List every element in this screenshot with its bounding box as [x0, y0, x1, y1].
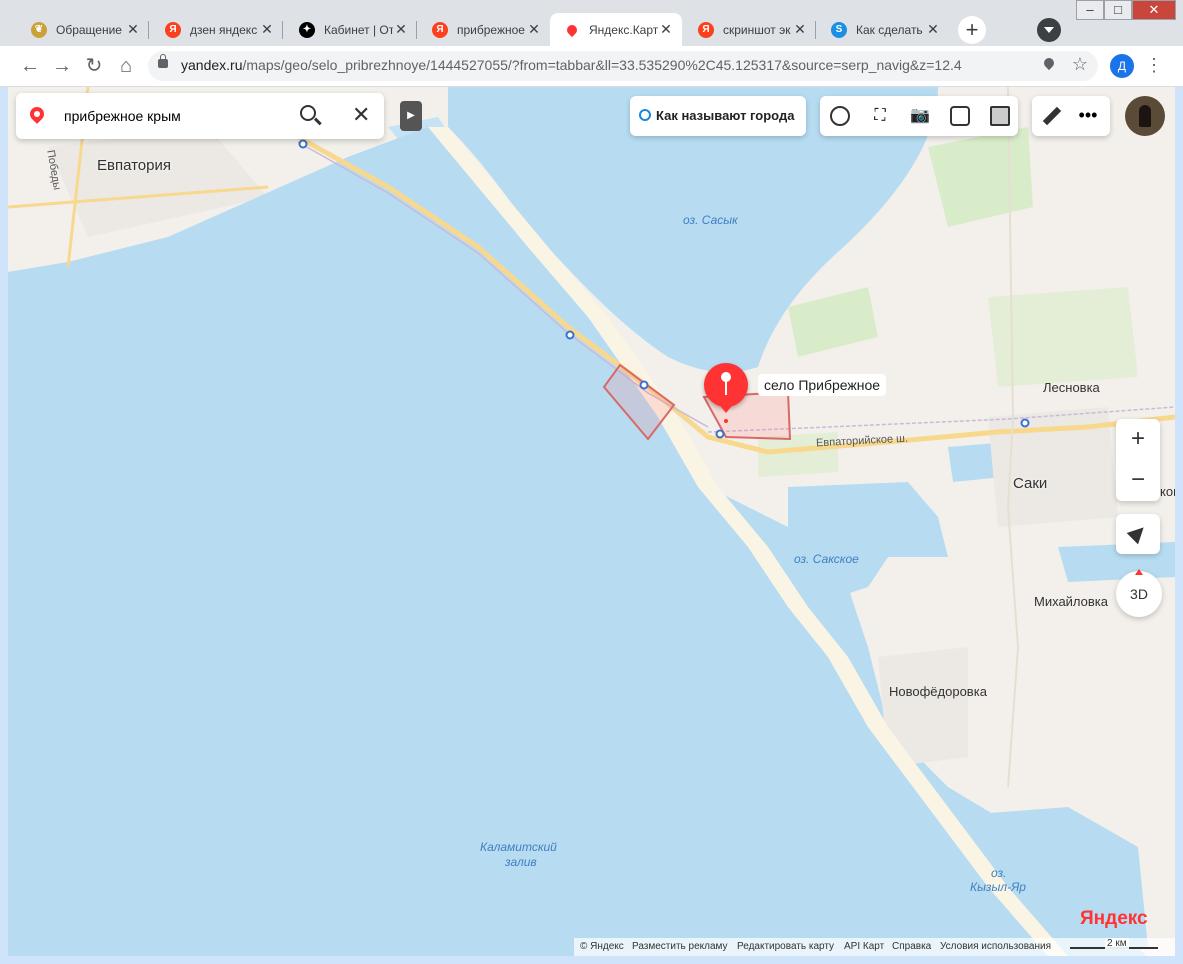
marker-label[interactable]: село Прибрежное — [758, 374, 887, 396]
close-tab-icon[interactable]: ✕ — [526, 21, 542, 38]
place-marker[interactable] — [704, 363, 748, 413]
tab-title: Яндекс.Карт — [589, 22, 658, 37]
address-bar[interactable]: yandex.ru/maps/geo/selo_pribrezhnoye/144… — [148, 51, 1098, 81]
map-canvas[interactable]: Евпатория Победы оз. Сасык Лесновка Евпа… — [8, 87, 1175, 956]
locate-me-button[interactable] — [1116, 514, 1160, 554]
maps-pin-icon — [564, 21, 580, 38]
map-layers-panel: ⛶ 📷 — [820, 96, 1018, 136]
close-tab-icon[interactable]: ✕ — [393, 21, 409, 38]
ruler-icon[interactable] — [1042, 106, 1062, 126]
url-path: /maps/geo/selo_pribrezhnoye/1444527055/?… — [242, 57, 962, 73]
traffic-layer-icon[interactable] — [990, 106, 1010, 126]
new-tab-button[interactable]: + — [958, 16, 986, 44]
user-avatar[interactable] — [1125, 96, 1165, 136]
label-saki: Саки — [1013, 475, 1048, 492]
camera-icon[interactable]: 📷 — [910, 106, 930, 126]
label-sakskoe: оз. Сакское — [794, 552, 859, 566]
tab-skrinshot[interactable]: Я скриншот эк ✕ — [684, 13, 816, 46]
close-tab-icon[interactable]: ✕ — [792, 21, 808, 38]
location-icon[interactable] — [1041, 55, 1057, 71]
bookmark-star-icon[interactable]: ☆ — [1072, 54, 1088, 75]
maximize-button[interactable]: □ — [1104, 0, 1132, 20]
api-link[interactable]: API Карт — [844, 941, 884, 952]
tab-strip: ❦ Обращение ✕ Я дзен яндекс ✕ ✦ Кабинет … — [0, 0, 1183, 46]
copyright-link[interactable]: © Яндекс — [580, 941, 624, 952]
map-layers-icon[interactable] — [830, 106, 850, 126]
zen-icon: ✦ — [299, 21, 315, 38]
tab-title: Как сделать — [856, 22, 923, 37]
yandex-icon: Я — [165, 21, 181, 38]
label-novofedorovka: Новофёдоровка — [889, 684, 987, 699]
close-window-button[interactable]: ✕ — [1132, 0, 1176, 20]
browser-menu-icon[interactable]: ⋮ — [1145, 54, 1163, 78]
label-sasyk: оз. Сасык — [683, 213, 738, 227]
tab-search-button[interactable] — [1037, 18, 1061, 42]
zoom-in-button[interactable]: + — [1116, 419, 1160, 460]
brand-text: Яндекс — [1080, 908, 1148, 929]
yandex-icon: Я — [698, 21, 714, 38]
browser-toolbar: ← → ↻ ⌂ yandex.ru/maps/geo/selo_pribrezh… — [0, 46, 1183, 87]
map-search-bar: прибрежное крым ✕ — [16, 93, 384, 139]
url-host: yandex.ru — [181, 57, 243, 73]
more-icon[interactable]: ••• — [1078, 106, 1098, 126]
search-icon[interactable] — [300, 105, 316, 121]
map-graphics — [8, 87, 1175, 956]
tab-kabinet[interactable]: ✦ Кабинет | От ✕ — [285, 13, 417, 46]
tab-kak-sdelat[interactable]: S Как сделать ✕ — [817, 13, 949, 46]
city-names-button[interactable]: Как называют города — [630, 96, 806, 136]
city-names-label: Как называют города — [656, 108, 795, 123]
advertise-link[interactable]: Разместить рекламу — [632, 941, 728, 952]
tab-title: Кабинет | От — [324, 22, 393, 37]
skype-icon: S — [831, 21, 847, 38]
label-zaliv: залив — [505, 855, 537, 869]
bus-icon[interactable] — [950, 106, 970, 126]
map-tools-panel: ••• — [1032, 96, 1110, 136]
lock-icon[interactable] — [158, 54, 168, 68]
collapse-panel-button[interactable]: ▶ — [400, 101, 422, 131]
label-kyzyl-yar: Кызыл-Яр — [970, 880, 1026, 894]
yandex-icon: Я — [432, 21, 448, 38]
label-lesnovka: Лесновка — [1043, 380, 1100, 395]
terms-link[interactable]: Условия использования — [940, 941, 1051, 952]
search-input[interactable]: прибрежное крым — [64, 108, 181, 124]
label-mikhailovka: Михайловка — [1034, 594, 1109, 609]
yandex-logo: Яндекс — [1080, 908, 1148, 930]
tab-pribrezhnoe[interactable]: Я прибрежное ✕ — [418, 13, 550, 46]
label-kalamitsky: Каламитский — [480, 840, 557, 854]
tab-obrashchenie[interactable]: ❦ Обращение ✕ — [17, 13, 149, 46]
close-tab-icon[interactable]: ✕ — [658, 21, 674, 38]
edit-map-link[interactable]: Редактировать карту — [737, 941, 834, 952]
tab-title: дзен яндекс — [190, 22, 258, 37]
label-evpatoria: Евпатория — [97, 157, 171, 174]
map-pin-icon — [27, 104, 47, 124]
label-oz: оз. — [991, 866, 1007, 880]
help-link[interactable]: Справка — [892, 941, 931, 952]
reload-icon[interactable]: ↻ — [82, 54, 106, 78]
close-tab-icon[interactable]: ✕ — [259, 21, 275, 38]
close-tab-icon[interactable]: ✕ — [125, 21, 141, 38]
forward-arrow-icon[interactable]: → — [50, 54, 74, 78]
zoom-control: + − — [1116, 419, 1160, 501]
gov-emblem-icon: ❦ — [31, 21, 47, 38]
back-arrow-icon[interactable]: ← — [18, 54, 42, 78]
close-tab-icon[interactable]: ✕ — [925, 21, 941, 38]
scale-label: 2 км — [1105, 938, 1129, 949]
tab-yandex-maps[interactable]: Яндекс.Карт ✕ — [550, 13, 682, 46]
tab-title: Обращение — [56, 22, 122, 37]
tab-title: прибрежное — [457, 22, 525, 37]
tab-title: скриншот эк — [723, 22, 791, 37]
home-icon[interactable]: ⌂ — [114, 54, 138, 78]
browser-window: ❦ Обращение ✕ Я дзен яндекс ✕ ✦ Кабинет … — [0, 0, 1183, 964]
clear-search-icon[interactable]: ✕ — [352, 104, 370, 126]
spiral-icon — [639, 109, 651, 121]
panorama-icon[interactable]: ⛶ — [870, 106, 890, 126]
3d-button[interactable]: 3D — [1116, 569, 1162, 617]
zoom-out-button[interactable]: − — [1116, 460, 1160, 501]
label-partial-place: ков — [1160, 484, 1175, 499]
url-text: yandex.ru/maps/geo/selo_pribrezhnoye/144… — [181, 57, 962, 73]
minimize-button[interactable]: – — [1076, 0, 1104, 20]
tab-dzen-yandex[interactable]: Я дзен яндекс ✕ — [151, 13, 283, 46]
profile-avatar[interactable]: Д — [1110, 54, 1134, 78]
